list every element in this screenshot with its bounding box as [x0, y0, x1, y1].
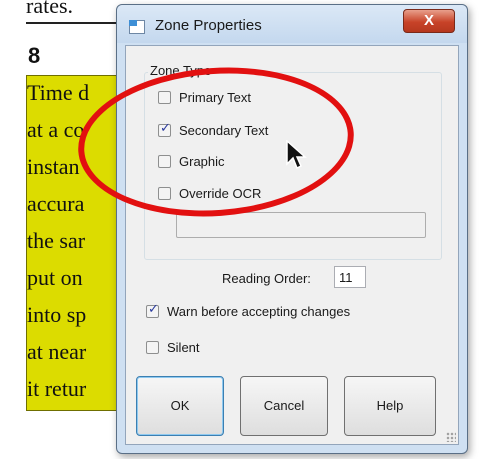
zone-properties-dialog: Zone Properties X Zone Type Primary Text…	[116, 4, 468, 454]
dialog-title: Zone Properties	[155, 17, 262, 34]
silent-option[interactable]: Silent	[146, 338, 200, 356]
cancel-button[interactable]: Cancel	[240, 376, 328, 436]
doc-heading-number: 8	[28, 43, 41, 68]
doc-underline	[26, 22, 126, 24]
close-button[interactable]: X	[403, 9, 455, 33]
silent-label: Silent	[167, 339, 200, 355]
resize-grip[interactable]	[446, 432, 456, 442]
warn-changes-label: Warn before accepting changes	[167, 303, 351, 319]
warn-changes-option[interactable]: Warn before accepting changes	[146, 302, 350, 320]
ok-button[interactable]: OK	[136, 376, 224, 436]
doc-top-text: rates.	[26, 0, 74, 18]
zone-properties-icon	[129, 20, 145, 34]
mouse-pointer-icon	[286, 140, 307, 170]
reading-order-input[interactable]: 11	[334, 266, 366, 288]
help-button[interactable]: Help	[344, 376, 436, 436]
reading-order-label: Reading Order:	[222, 271, 311, 286]
title-bar[interactable]: Zone Properties X	[117, 5, 467, 43]
warn-changes-checkbox[interactable]	[146, 302, 159, 318]
silent-checkbox[interactable]	[146, 340, 159, 354]
